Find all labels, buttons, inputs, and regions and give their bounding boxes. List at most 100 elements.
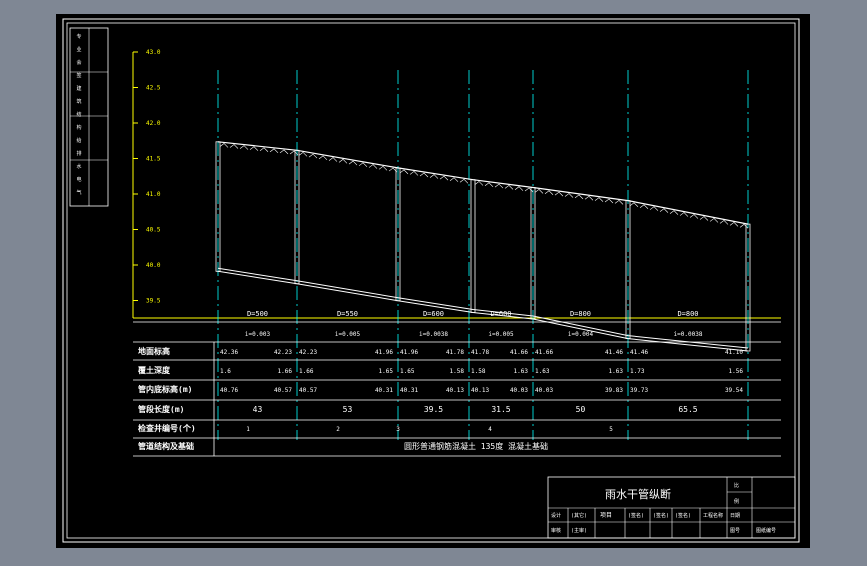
drawing-title: 雨水干管纵断 [605,487,671,501]
row-label: 管段长度(m) [138,404,184,414]
table-cell: 1.63 [514,368,529,375]
segment-slope: i=0.0038 [674,331,703,338]
strip-char-6: 结 [76,111,81,118]
table-cell: 1.6 [220,368,231,375]
title-scale-label-1: 比 [734,482,739,489]
row-label: 覆土深度 [138,365,171,375]
structure-note: 圆形普通钢筋混凝土 135度 混凝土基础 [404,441,548,451]
y-tick-label: 40.5 [146,227,161,234]
table-cell: 40.31 [400,387,418,394]
table-cell: 40.13 [471,387,489,394]
segment-diameter: D=600 [423,310,444,318]
table-cell: 1.63 [609,368,624,375]
length-cell: 65.5 [678,405,697,414]
well-number: 4 [488,426,492,433]
table-cell: 1.56 [729,368,744,375]
segment-diameter: D=550 [337,310,358,318]
table-cell: 1.58 [471,368,486,375]
well-number: 5 [609,426,613,433]
tb-cell-1: (签名) [628,512,644,519]
strip-char-10: 水 [76,163,81,170]
strip-char-2: 会 [76,59,81,66]
strip-char-3: 签 [76,72,81,79]
tb-r2-0: 设计 [551,512,561,519]
segment-diameter: D=600 [490,310,511,318]
row-label: 管道结构及基础 [138,441,194,451]
table-cell: 39.73 [630,387,648,394]
tb-r3-2: 图号 [730,528,740,534]
strip-char-9: 排 [76,150,81,157]
strip-char-5: 筑 [76,98,81,105]
table-cell: 40.03 [535,387,553,394]
cad-viewport: 专业会签建筑结构给排水电气 43.0 42.5 42.0 41.5 41.0 40.5 40… [0,0,867,562]
table-cell: 42.23 [274,349,292,356]
table-cell: 39.83 [605,387,623,394]
table-cell: 40.57 [274,387,292,394]
table-cell: 41.46 [630,349,648,356]
table-cell: 40.57 [299,387,317,394]
segment-slope: i=0.0038 [419,331,448,338]
table-cell: 42.36 [220,349,238,356]
segment-diameter: D=800 [677,310,698,318]
table-cell: 1.58 [450,368,465,375]
length-cell: 43 [253,405,263,414]
table-cell: 39.54 [725,387,743,394]
well-number: 2 [336,426,340,433]
segment-slope: i=0.003 [245,331,271,338]
strip-char-8: 给 [76,137,81,144]
tb-cell-2: (签名) [653,512,669,519]
well-number: 3 [396,426,400,433]
length-cell: 53 [343,405,353,414]
segment-slope: i=0.005 [335,331,361,338]
table-cell: 42.23 [299,349,317,356]
y-tick-label: 42.0 [146,120,161,127]
table-cell: 41.96 [400,349,418,356]
table-cell: 40.76 [220,387,238,394]
strip-char-1: 业 [76,46,81,53]
tb-cell-3: (签名) [675,512,691,519]
tb-r3-1: (主审) [571,527,587,534]
tb-r2-1: (其它) [571,512,587,519]
segment-diameter: D=500 [247,310,268,318]
strip-char-11: 电 [76,176,81,183]
table-cell: 41.10 [725,349,743,356]
segment-slope: i=0.004 [568,331,594,338]
table-cell: 41.78 [446,349,464,356]
row-label: 管内底标高(m) [138,384,192,394]
row-label: 检查井编号(个) [138,423,196,433]
tb-r2-3: 日期 [730,513,740,519]
y-tick-label: 42.5 [146,85,161,92]
well-number: 1 [246,426,250,433]
row-label: 地面标高 [138,346,170,356]
length-cell: 50 [576,405,586,414]
drawing-canvas [56,14,810,548]
table-cell: 1.66 [278,368,293,375]
table-cell: 1.63 [535,368,550,375]
table-cell: 41.78 [471,349,489,356]
cad-drawing: 专业会签建筑结构给排水电气 43.0 42.5 42.0 41.5 41.0 40.5 40… [56,14,810,548]
tb-cell-0: 项目 [600,512,612,519]
length-cell: 39.5 [424,405,443,414]
y-tick-label: 41.5 [146,156,161,163]
strip-char-7: 构 [76,124,81,131]
title-scale-label-2: 例 [734,498,739,505]
segment-slope: i=0.005 [488,331,514,338]
tb-r3-3: 图纸编号 [756,527,776,534]
strip-char-12: 气 [76,189,81,196]
table-cell: 41.66 [510,349,528,356]
length-cell: 31.5 [491,405,510,414]
segment-diameter: D=800 [570,310,591,318]
table-cell: 41.66 [535,349,553,356]
table-cell: 40.13 [446,387,464,394]
table-cell: 1.73 [630,368,645,375]
tb-r3-0: 审核 [551,527,561,534]
table-cell: 41.96 [375,349,393,356]
table-cell: 1.65 [400,368,415,375]
y-tick-label: 41.0 [146,191,161,198]
table-cell: 40.03 [510,387,528,394]
tb-r2-2: 工程名称 [703,512,723,519]
table-cell: 1.66 [299,368,314,375]
table-cell: 1.65 [379,368,394,375]
strip-char-4: 建 [76,85,81,92]
table-cell: 41.46 [605,349,623,356]
